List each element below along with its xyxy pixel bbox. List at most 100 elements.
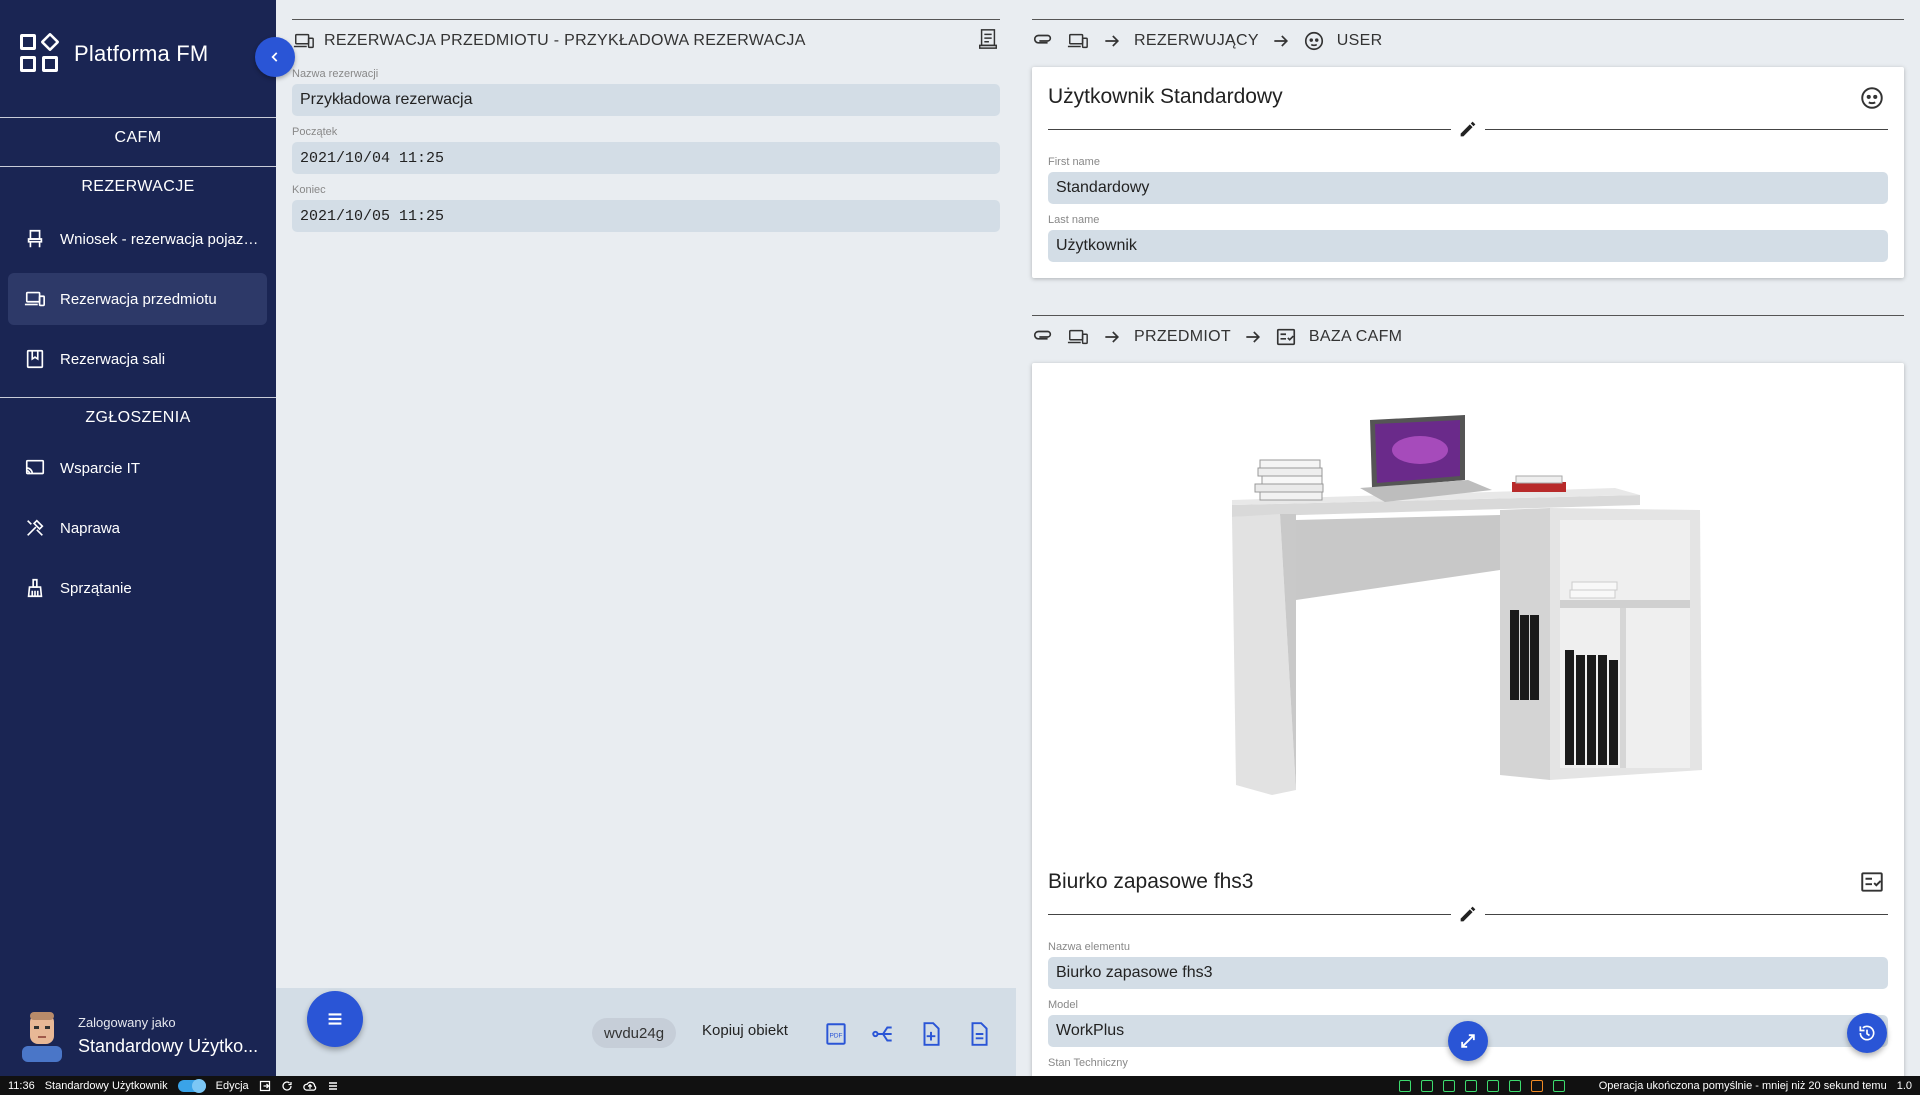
status-bar: 11:36 Standardowy Użytkownik Edycja Oper… xyxy=(0,1076,1920,1095)
divider xyxy=(292,19,1000,20)
edit-mode-label: Edycja xyxy=(215,1079,249,1092)
field-label: Last name xyxy=(1048,214,1100,226)
workflow-icon[interactable] xyxy=(870,1021,896,1047)
devices-icon xyxy=(1067,329,1088,345)
sidebar-item-cleaning[interactable]: Sprzątanie xyxy=(8,562,267,614)
sidebar-item-room-reservation[interactable]: Rezerwacja sali xyxy=(8,333,267,385)
section-title-tickets: ZGŁOSZENIA xyxy=(85,409,191,426)
item-card-title: Biurko zapasowe fhs3 xyxy=(1048,870,1254,893)
clock: 11:36 xyxy=(8,1079,35,1092)
platform-logo-icon xyxy=(20,32,60,74)
menu-button[interactable] xyxy=(307,991,363,1047)
receipt-icon[interactable] xyxy=(977,28,999,50)
edit-mode-toggle[interactable] xyxy=(177,1078,206,1093)
cloud-upload-icon[interactable] xyxy=(302,1080,317,1092)
relation-segment[interactable]: REZERWUJĄCY xyxy=(1134,32,1259,50)
field-label: Stan Techniczny xyxy=(1048,1057,1128,1069)
document-icon[interactable] xyxy=(966,1021,992,1047)
bookmark-icon xyxy=(26,349,44,369)
tools-icon xyxy=(27,519,44,536)
sidebar-item-item-reservation[interactable]: Rezerwacja przedmiotu xyxy=(8,273,267,325)
sidebar-item-it-support[interactable]: Wsparcie IT xyxy=(8,442,267,494)
status-indicator-icon[interactable] xyxy=(1442,1079,1455,1092)
copy-object-button[interactable]: Kopiuj obiekt xyxy=(702,1022,788,1039)
divider xyxy=(0,166,276,167)
divider xyxy=(0,117,276,118)
field-label: Początek xyxy=(292,126,338,138)
sidebar-item-label: Wsparcie IT xyxy=(60,459,141,477)
brand-title: Platforma FM xyxy=(74,41,209,66)
collapse-sidebar-button[interactable] xyxy=(255,37,295,77)
status-indicator-icon[interactable] xyxy=(1398,1079,1411,1092)
status-warning-icon[interactable] xyxy=(1530,1079,1543,1092)
sidebar: Platforma FM CAFM REZERWACJE Wniosek - r… xyxy=(0,0,276,1076)
divider xyxy=(1032,315,1904,316)
status-message: Operacja ukończona pomyślnie - mniej niż… xyxy=(1598,1079,1887,1092)
devices-icon xyxy=(1067,33,1088,49)
status-indicator-icon[interactable] xyxy=(1508,1079,1521,1092)
history-button[interactable] xyxy=(1847,1013,1887,1053)
end-date-field[interactable]: 2021/10/05 11:25 xyxy=(292,200,1000,232)
pencil-icon[interactable] xyxy=(1457,118,1479,140)
logged-in-caption: Zalogowany jako xyxy=(78,1015,176,1030)
current-user[interactable]: Zalogowany jako Standardowy Użytko... xyxy=(20,1010,258,1062)
sidebar-item-label: Naprawa xyxy=(60,519,121,537)
status-indicator-icon[interactable] xyxy=(1552,1079,1565,1092)
expand-button[interactable] xyxy=(1448,1021,1488,1061)
last-name-field[interactable]: Użytkownik xyxy=(1048,230,1888,262)
face-icon xyxy=(1304,31,1323,51)
status-indicator-icon[interactable] xyxy=(1420,1079,1433,1092)
user-name: Standardowy Użytko... xyxy=(78,1036,259,1056)
reservation-name-field[interactable]: Przykładowa rezerwacja xyxy=(292,84,1000,116)
pdf-export-icon[interactable]: PDF xyxy=(823,1021,849,1047)
object-code-chip[interactable]: wvdu24g xyxy=(592,1018,677,1048)
relation-segment[interactable]: BAZA CAFM xyxy=(1309,328,1402,346)
start-date-field[interactable]: 2021/10/04 11:25 xyxy=(292,142,1000,174)
section-title-reservations: REZERWACJE xyxy=(81,178,195,195)
arrow-right-icon xyxy=(1105,35,1120,47)
field-label: Koniec xyxy=(292,184,326,196)
refresh-icon[interactable] xyxy=(281,1080,293,1092)
divider xyxy=(1485,129,1888,130)
item-photo xyxy=(1232,415,1702,795)
user-relation-path: REZERWUJĄCY USER xyxy=(1032,30,1382,52)
add-document-icon[interactable] xyxy=(918,1021,944,1047)
divider xyxy=(0,397,276,398)
status-indicator-icon[interactable] xyxy=(1464,1079,1477,1092)
field-label: Nazwa rezerwacji xyxy=(292,68,379,80)
checklist-icon xyxy=(1276,328,1295,346)
chevron-left-icon xyxy=(271,52,278,62)
user-card-title: Użytkownik Standardowy xyxy=(1048,85,1283,108)
seat-icon xyxy=(27,229,43,248)
field-label: First name xyxy=(1048,156,1100,168)
cafm-link[interactable]: CAFM xyxy=(0,129,276,147)
sidebar-item-label: Sprzątanie xyxy=(60,579,132,597)
pencil-icon[interactable] xyxy=(1457,903,1479,925)
sidebar-item-vehicle-request[interactable]: Wniosek - rezerwacja pojazdu xyxy=(8,213,267,265)
divider xyxy=(1032,19,1904,20)
expand-icon xyxy=(1461,1034,1475,1048)
checklist-icon xyxy=(1861,872,1883,892)
status-indicator-icon[interactable] xyxy=(1486,1079,1499,1092)
cast-icon xyxy=(25,459,45,475)
divider xyxy=(1485,914,1888,915)
sidebar-item-label: Rezerwacja sali xyxy=(60,350,166,368)
arrow-right-icon xyxy=(1274,35,1288,47)
relation-segment[interactable]: PRZEDMIOT xyxy=(1134,328,1231,346)
brand[interactable]: Platforma FM xyxy=(20,32,209,74)
element-name-field[interactable]: Biurko zapasowe fhs3 xyxy=(1048,957,1888,989)
devices-icon xyxy=(24,291,45,307)
paperclip-icon xyxy=(1033,330,1052,340)
sidebar-item-label: Wniosek - rezerwacja pojazdu xyxy=(60,230,260,248)
arrow-right-icon xyxy=(1246,331,1260,343)
divider xyxy=(1048,129,1451,130)
history-icon xyxy=(1859,1025,1875,1041)
first-name-field[interactable]: Standardowy xyxy=(1048,172,1888,204)
relation-segment[interactable]: USER xyxy=(1337,32,1383,50)
panel-header: REZERWACJA PRZEDMIOTU - PRZYKŁADOWA REZE… xyxy=(292,30,806,52)
item-relation-path: PRZEDMIOT BAZA CAFM xyxy=(1032,326,1402,348)
menu-icon[interactable] xyxy=(327,1080,339,1092)
logout-icon[interactable] xyxy=(259,1080,271,1092)
sidebar-item-repair[interactable]: Naprawa xyxy=(8,502,267,554)
menu-icon xyxy=(328,1013,342,1025)
